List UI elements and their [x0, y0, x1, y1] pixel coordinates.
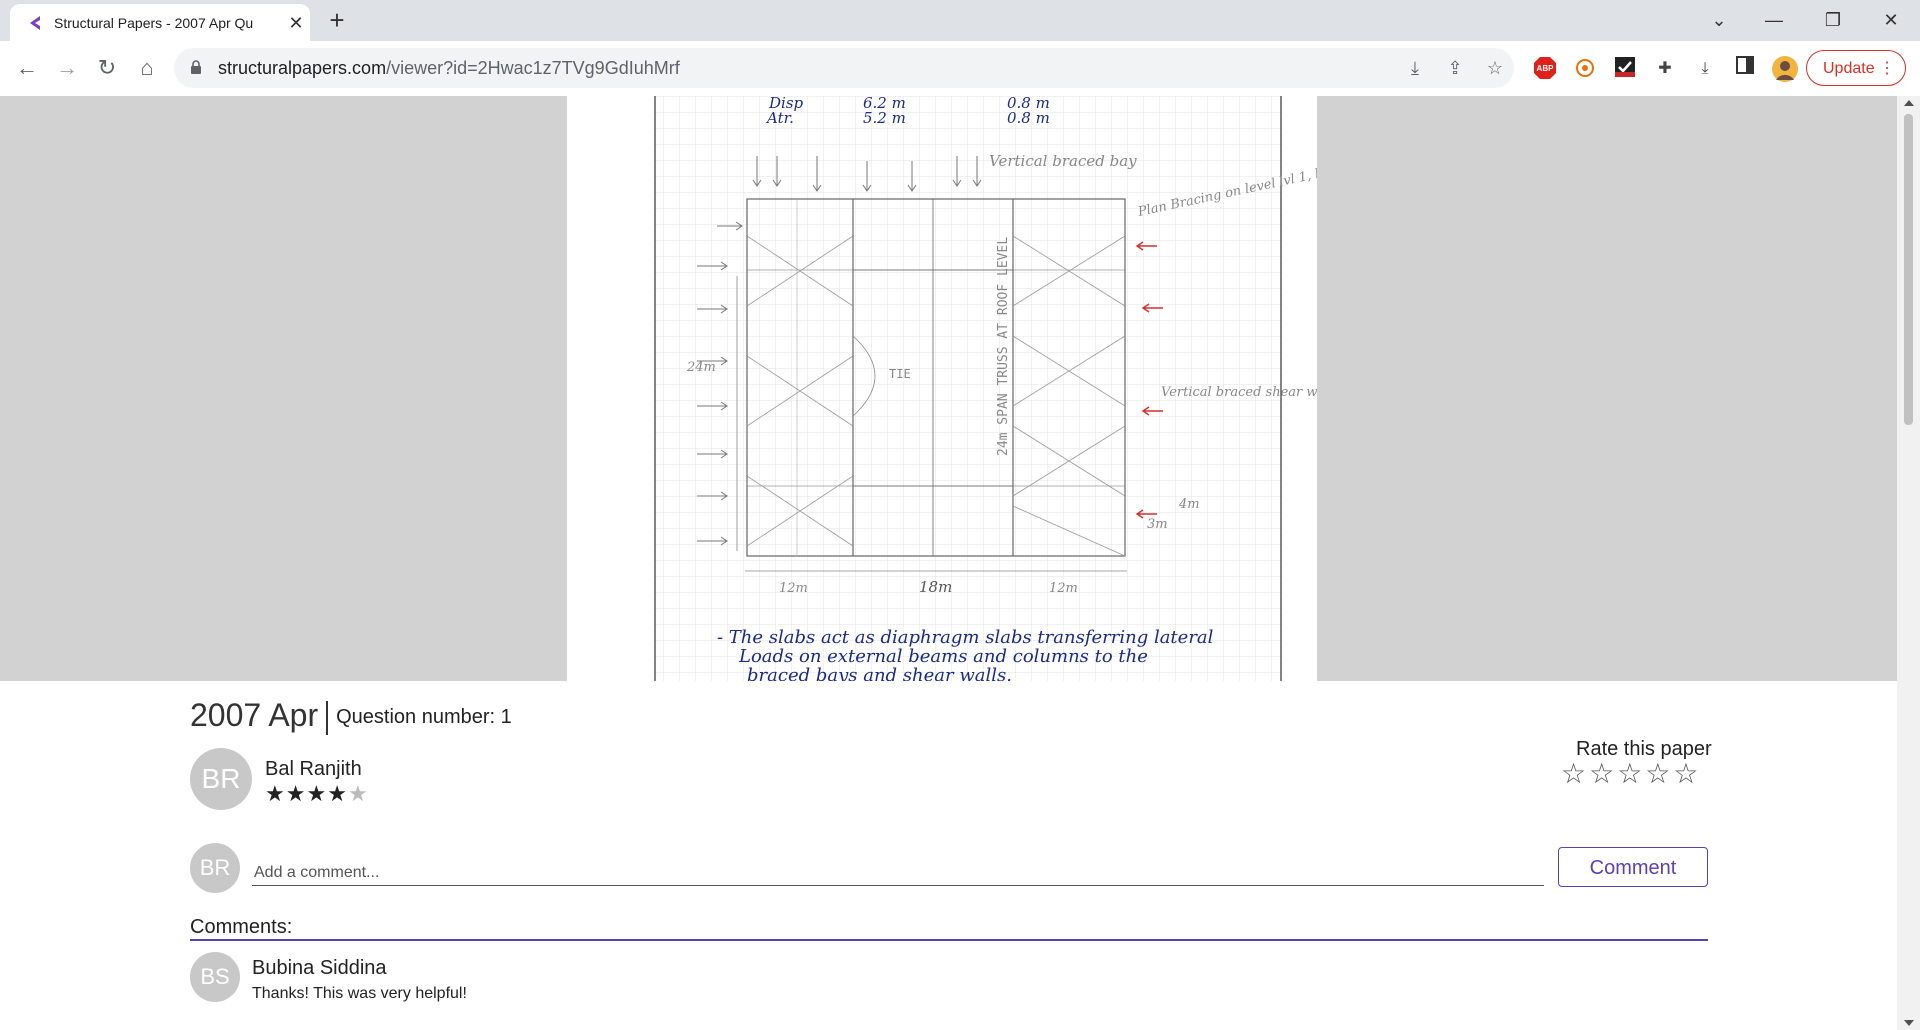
- author-rating-star: ★: [327, 781, 348, 806]
- adblock-label: ABP: [1536, 64, 1554, 73]
- sketch-dim-18: 18m: [919, 578, 952, 596]
- sketch-dim-4m: 4m: [1178, 497, 1200, 512]
- comment-button[interactable]: Comment: [1558, 847, 1708, 887]
- minimize-button[interactable]: —: [1758, 6, 1790, 34]
- tab-close-icon[interactable]: ✕: [286, 13, 306, 33]
- tab-strip: Structural Papers - 2007 Apr Qu ✕ + ⌄ — …: [0, 0, 1920, 41]
- sketch-label-vertical-braced-bay: Vertical braced bay: [989, 152, 1137, 170]
- sketch-note-line2: Loads on external beams and columns to t…: [738, 646, 1148, 667]
- comments-header: Comments:: [190, 916, 293, 938]
- author-rating-stars: ★★★★★: [265, 781, 369, 807]
- author-rating-star: ★: [347, 781, 369, 806]
- tab-title: Structural Papers - 2007 Apr Qu: [54, 15, 254, 31]
- profile-avatar-icon[interactable]: [1772, 56, 1798, 82]
- url-domain: structuralpapers.com: [218, 58, 387, 78]
- downloads-icon[interactable]: ⤓: [1692, 56, 1718, 82]
- title-separator: [326, 700, 329, 735]
- sketch-atr: Atr.: [765, 109, 794, 127]
- author-rating-star: ★: [306, 781, 328, 806]
- forward-icon[interactable]: →: [52, 53, 82, 83]
- url-path: /viewer?id=2Hwac1z7TVg9GdIuhMrf: [386, 58, 680, 78]
- home-icon[interactable]: ⌂: [132, 53, 162, 83]
- site-favicon-icon: [30, 16, 40, 30]
- scroll-down-arrow-icon[interactable]: [1904, 1020, 1914, 1026]
- share-icon[interactable]: ⇪: [1444, 57, 1466, 79]
- update-label: Update: [1823, 60, 1875, 77]
- adblock-extension-icon[interactable]: ABP: [1532, 56, 1558, 82]
- sketch-note-line3: braced bays and shear walls.: [747, 665, 1012, 681]
- commenter-avatar: BR: [190, 843, 240, 893]
- install-icon[interactable]: ⤓: [1404, 57, 1426, 79]
- sketch-dim-24: 24m: [686, 360, 716, 375]
- author-rating-star: ★: [285, 781, 307, 806]
- menu-dots-icon: ⋮: [1879, 60, 1895, 77]
- bookmark-star-icon[interactable]: ☆: [1484, 57, 1506, 79]
- address-bar[interactable]: structuralpapers.com/viewer?id=2Hwac1z7T…: [174, 48, 1514, 88]
- sketch-v52: 5.2 m: [863, 109, 906, 127]
- sketch-label-tie: TIE: [889, 367, 911, 381]
- sketch-dim-3m: 3m: [1147, 517, 1168, 532]
- side-panel-icon[interactable]: [1732, 56, 1758, 82]
- tab-search-icon[interactable]: ⌄: [1703, 6, 1735, 34]
- new-tab-button[interactable]: +: [324, 7, 350, 34]
- author-rating-star: ★: [265, 781, 286, 806]
- sketch-dim-12b: 12m: [1049, 581, 1078, 596]
- extension-checkmark-icon[interactable]: [1612, 56, 1638, 82]
- sketch-v08b: 0.8 m: [1007, 109, 1050, 127]
- paper-title: 2007 Apr: [190, 697, 319, 733]
- url-text: structuralpapers.com/viewer?id=2Hwac1z7T…: [218, 58, 680, 78]
- browser-tab-active[interactable]: Structural Papers - 2007 Apr Qu ✕: [10, 4, 310, 41]
- extension-orange-icon[interactable]: [1572, 56, 1598, 82]
- author-stars-filled: ★★★★★: [265, 781, 369, 806]
- author-name[interactable]: Bal Ranjith: [265, 758, 362, 781]
- structural-sketch: Disp Atr. 6.2 m 5.2 m 0.8 m 0.8 m Vertic…: [654, 96, 1317, 681]
- sketch-label-span-truss: 24m SPAN TRUSS AT ROOF LEVEL: [996, 237, 1011, 456]
- comment-input[interactable]: Add a comment...: [252, 848, 1544, 886]
- comment-author-name: Bubina Siddina: [252, 957, 387, 979]
- back-icon[interactable]: ←: [12, 53, 42, 83]
- page-scrollbar[interactable]: [1897, 96, 1920, 1030]
- browser-toolbar: ← → ↻ ⌂ structuralpapers.com/viewer?id=2…: [0, 41, 1920, 97]
- update-button[interactable]: Update ⋮: [1806, 50, 1906, 86]
- author-avatar: BR: [190, 748, 252, 810]
- paper-page-image: Disp Atr. 6.2 m 5.2 m 0.8 m 0.8 m Vertic…: [567, 96, 1317, 681]
- close-window-button[interactable]: ✕: [1875, 6, 1907, 34]
- restore-button[interactable]: ❐: [1817, 6, 1849, 34]
- scrollbar-thumb[interactable]: [1904, 114, 1913, 425]
- sketch-dim-12a: 12m: [779, 581, 808, 596]
- document-viewer[interactable]: Disp Atr. 6.2 m 5.2 m 0.8 m 0.8 m Vertic…: [0, 96, 1897, 681]
- question-number: Question number: 1: [336, 706, 512, 729]
- comment-author-avatar: BS: [190, 952, 240, 1002]
- paper-heading: 2007 Apr Question number: 1: [190, 697, 512, 735]
- reload-icon[interactable]: ↻: [92, 53, 122, 83]
- comments-divider: [190, 939, 1708, 941]
- sketch-note-line1: - The slabs act as diaphragm slabs trans…: [717, 627, 1214, 648]
- sketch-label-shear-wall: Vertical braced shear wall: [1161, 385, 1317, 400]
- scroll-up-arrow-icon[interactable]: [1904, 100, 1914, 106]
- comment-text: Thanks! This was very helpful!: [252, 985, 467, 1002]
- rate-paper-stars[interactable]: ☆☆☆☆☆: [1561, 757, 1702, 790]
- extensions-puzzle-icon[interactable]: ✚: [1652, 56, 1678, 82]
- lock-icon: [191, 60, 201, 74]
